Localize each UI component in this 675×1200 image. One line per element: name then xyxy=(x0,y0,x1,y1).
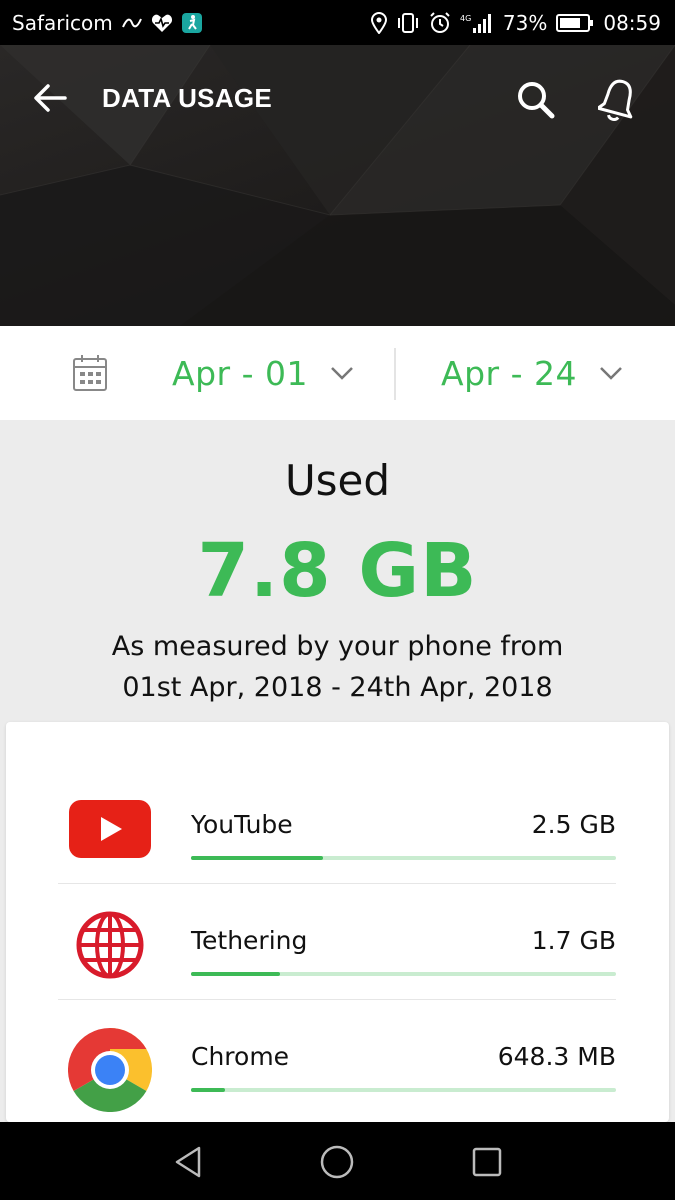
search-button[interactable] xyxy=(514,78,558,122)
app-row-chrome[interactable]: Chrome 648.3 MB xyxy=(58,1000,616,1116)
fitness-app-icon xyxy=(181,12,203,34)
heart-rate-icon xyxy=(151,13,173,33)
app-usage-card: YouTube 2.5 GB Tethering 1.7 GB Chrome 6… xyxy=(6,722,669,1122)
page-title: DATA USAGE xyxy=(102,83,273,113)
usage-bar xyxy=(191,972,616,976)
usage-bar-fill xyxy=(191,972,281,976)
usage-bar xyxy=(191,1088,616,1092)
circle-home-icon xyxy=(320,1145,354,1179)
date-divider xyxy=(394,348,396,400)
app-row-tethering[interactable]: Tethering 1.7 GB xyxy=(58,884,616,1000)
calendar-icon[interactable] xyxy=(72,354,108,396)
status-bar-right: 4G 73% 08:59 xyxy=(370,10,661,35)
app-data-size: 2.5 GB xyxy=(531,810,616,839)
app-data-size: 648.3 MB xyxy=(497,1042,616,1071)
measurement-note-line1: As measured by your phone from xyxy=(111,631,564,662)
alarm-icon xyxy=(429,11,451,34)
clock: 08:59 xyxy=(603,10,661,35)
end-date: Apr - 24 xyxy=(441,353,577,393)
battery-icon xyxy=(556,13,594,33)
network-type: 4G xyxy=(460,14,471,23)
chevron-down-icon xyxy=(331,367,353,380)
status-bar: Safaricom 4G 73% 08:59 xyxy=(0,0,675,45)
bell-icon xyxy=(598,79,633,121)
link-icon xyxy=(121,16,143,30)
usage-bar-fill xyxy=(191,1088,225,1092)
battery-percent: 73% xyxy=(502,10,548,35)
used-total: 7.8 GB xyxy=(197,528,478,614)
nav-back-button[interactable] xyxy=(166,1140,210,1184)
date-range-bar: Apr - 01 Apr - 24 xyxy=(0,326,675,420)
youtube-icon xyxy=(68,798,152,860)
chevron-down-icon xyxy=(600,367,622,380)
app-name: Chrome xyxy=(191,1042,290,1071)
end-date-picker[interactable]: Apr - 24 xyxy=(441,348,623,398)
carrier-name: Safaricom xyxy=(12,10,113,35)
measurement-note-line2: 01st Apr, 2018 - 24th Apr, 2018 xyxy=(122,672,553,703)
measurement-note: As measured by your phone from 01st Apr,… xyxy=(0,626,675,708)
signal-icon: 4G xyxy=(460,12,494,34)
triangle-back-icon xyxy=(175,1146,201,1178)
system-navigation-bar xyxy=(0,1122,675,1200)
usage-bar-fill xyxy=(191,856,323,860)
app-name: Tethering xyxy=(191,926,308,955)
used-label: Used xyxy=(284,456,391,505)
app-header: DATA USAGE xyxy=(0,45,675,326)
vibrate-icon xyxy=(396,12,420,34)
search-icon xyxy=(518,82,555,119)
app-row-youtube[interactable]: YouTube 2.5 GB xyxy=(58,768,616,884)
start-date: Apr - 01 xyxy=(172,353,308,393)
app-name: YouTube xyxy=(191,810,293,839)
start-date-picker[interactable]: Apr - 01 xyxy=(172,348,354,398)
status-bar-left: Safaricom xyxy=(12,11,203,35)
globe-icon xyxy=(68,911,152,979)
notifications-button[interactable] xyxy=(596,76,640,122)
location-icon xyxy=(370,11,387,34)
arrow-left-icon xyxy=(34,84,67,112)
nav-home-button[interactable] xyxy=(315,1140,359,1184)
usage-bar xyxy=(191,856,616,860)
square-recents-icon xyxy=(472,1147,502,1177)
app-data-size: 1.7 GB xyxy=(531,926,616,955)
back-button[interactable] xyxy=(30,78,70,118)
chrome-icon xyxy=(68,1028,152,1122)
nav-recents-button[interactable] xyxy=(465,1140,509,1184)
